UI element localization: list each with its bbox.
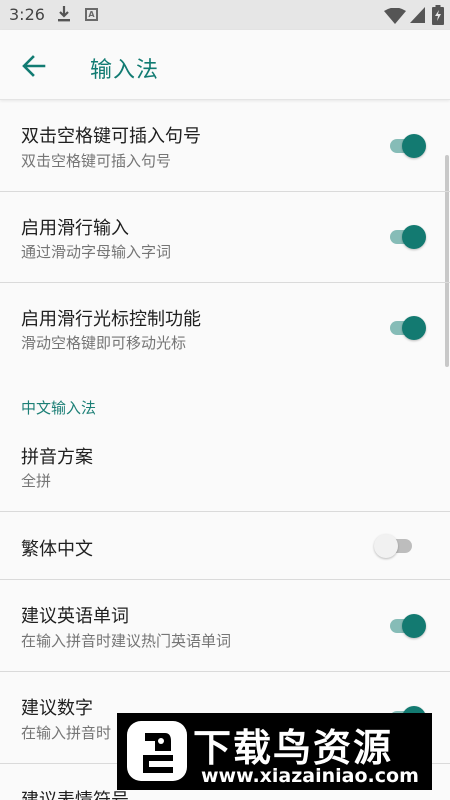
setting-title: 建议表情符号 bbox=[21, 786, 129, 800]
setting-value: 全拼 bbox=[21, 472, 52, 490]
toggle-thumb bbox=[402, 316, 426, 340]
signal-icon bbox=[410, 7, 425, 23]
watermark-banner: 下载鸟资源 www.xiazainiao.com bbox=[117, 713, 432, 790]
gesture-cursor-toggle[interactable] bbox=[384, 313, 426, 343]
suggest-english-toggle[interactable] bbox=[384, 611, 426, 641]
traditional-chinese-toggle[interactable] bbox=[374, 531, 416, 561]
setting-subtitle: 通过滑动字母输入字词 bbox=[21, 243, 172, 261]
setting-title: 建议英语单词 bbox=[21, 606, 129, 627]
setting-subtitle: 在输入拼音时建议热门英语单词 bbox=[21, 632, 232, 650]
toggle-thumb bbox=[374, 534, 398, 558]
page-title: 输入法 bbox=[90, 58, 160, 83]
setting-subtitle: 在输入拼音时 bbox=[21, 724, 112, 742]
a-notification-icon: A bbox=[85, 8, 98, 21]
setting-title: 启用滑行输入 bbox=[21, 218, 129, 239]
arrow-left-icon[interactable] bbox=[20, 52, 48, 80]
watermark-title: 下载鸟资源 bbox=[193, 726, 394, 770]
toggle-thumb bbox=[402, 134, 426, 158]
toggle-thumb bbox=[402, 614, 426, 638]
setting-title: 建议数字 bbox=[21, 698, 93, 719]
setting-pinyin-scheme[interactable]: 拼音方案 全拼 bbox=[0, 420, 450, 512]
setting-subtitle: 双击空格键可插入句号 bbox=[21, 152, 172, 170]
setting-title: 双击空格键可插入句号 bbox=[21, 126, 201, 147]
battery-icon bbox=[432, 5, 444, 25]
setting-suggest-english[interactable]: 建议英语单词 在输入拼音时建议热门英语单词 bbox=[0, 580, 450, 672]
section-header-chinese: 中文输入法 bbox=[21, 399, 97, 417]
setting-gesture-cursor-control[interactable]: 启用滑行光标控制功能 滑动空格键即可移动光标 bbox=[0, 283, 450, 371]
setting-gesture-typing[interactable]: 启用滑行输入 通过滑动字母输入字词 bbox=[0, 192, 450, 283]
setting-title: 启用滑行光标控制功能 bbox=[21, 309, 201, 330]
status-time: 3:26 bbox=[9, 5, 45, 24]
wifi-icon bbox=[384, 8, 406, 24]
setting-traditional-chinese[interactable]: 繁体中文 bbox=[0, 512, 450, 580]
setting-double-space-period[interactable]: 双击空格键可插入句号 双击空格键可插入句号 bbox=[0, 101, 450, 192]
double-space-period-toggle[interactable] bbox=[384, 131, 426, 161]
gesture-typing-toggle[interactable] bbox=[384, 222, 426, 252]
watermark-url: www.xiazainiao.com bbox=[201, 765, 419, 787]
setting-title: 繁体中文 bbox=[21, 539, 93, 560]
app-bar: 输入法 bbox=[0, 30, 450, 100]
download-icon bbox=[58, 6, 70, 22]
toggle-thumb bbox=[402, 225, 426, 249]
setting-subtitle: 滑动空格键即可移动光标 bbox=[21, 334, 187, 352]
status-bar: 3:26 A bbox=[0, 0, 450, 30]
setting-title: 拼音方案 bbox=[21, 447, 93, 468]
bird-logo-icon bbox=[127, 721, 187, 781]
